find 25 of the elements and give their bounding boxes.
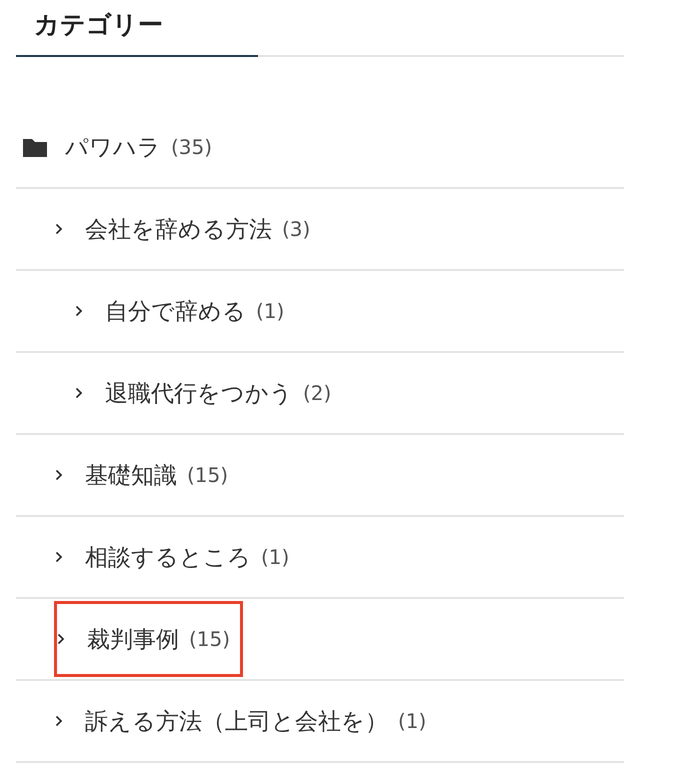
post-count: (2): [303, 381, 332, 405]
chevron-icon: [55, 551, 63, 563]
chevron-icon: [75, 305, 83, 317]
chevron-icon: [75, 387, 83, 399]
category-link[interactable]: 訴える方法（上司と会社を）: [85, 706, 388, 736]
widget-heading: カテゴリー: [16, 0, 258, 57]
post-count: (15): [189, 627, 230, 651]
category-link[interactable]: 会社を辞める方法: [85, 214, 272, 244]
post-count: (1): [398, 709, 426, 733]
post-count: (1): [256, 299, 284, 323]
chevron-icon: [55, 715, 63, 727]
chevron-icon: [57, 633, 65, 645]
post-count: (3): [282, 217, 310, 241]
folder-icon: [23, 137, 47, 157]
category-link[interactable]: 相談するところ: [85, 542, 251, 572]
category-link[interactable]: 自分で辞める: [105, 296, 246, 326]
post-count: (1): [261, 545, 290, 569]
category-link[interactable]: 基礎知識: [85, 460, 177, 490]
post-count: (35): [171, 135, 212, 159]
category-link[interactable]: パワハラ: [65, 132, 161, 162]
chevron-icon: [55, 223, 63, 235]
chevron-icon: [55, 469, 63, 481]
category-link[interactable]: 退職代行をつかう: [105, 378, 293, 408]
category-link[interactable]: 裁判事例: [87, 624, 179, 654]
post-count: (15): [187, 463, 228, 487]
